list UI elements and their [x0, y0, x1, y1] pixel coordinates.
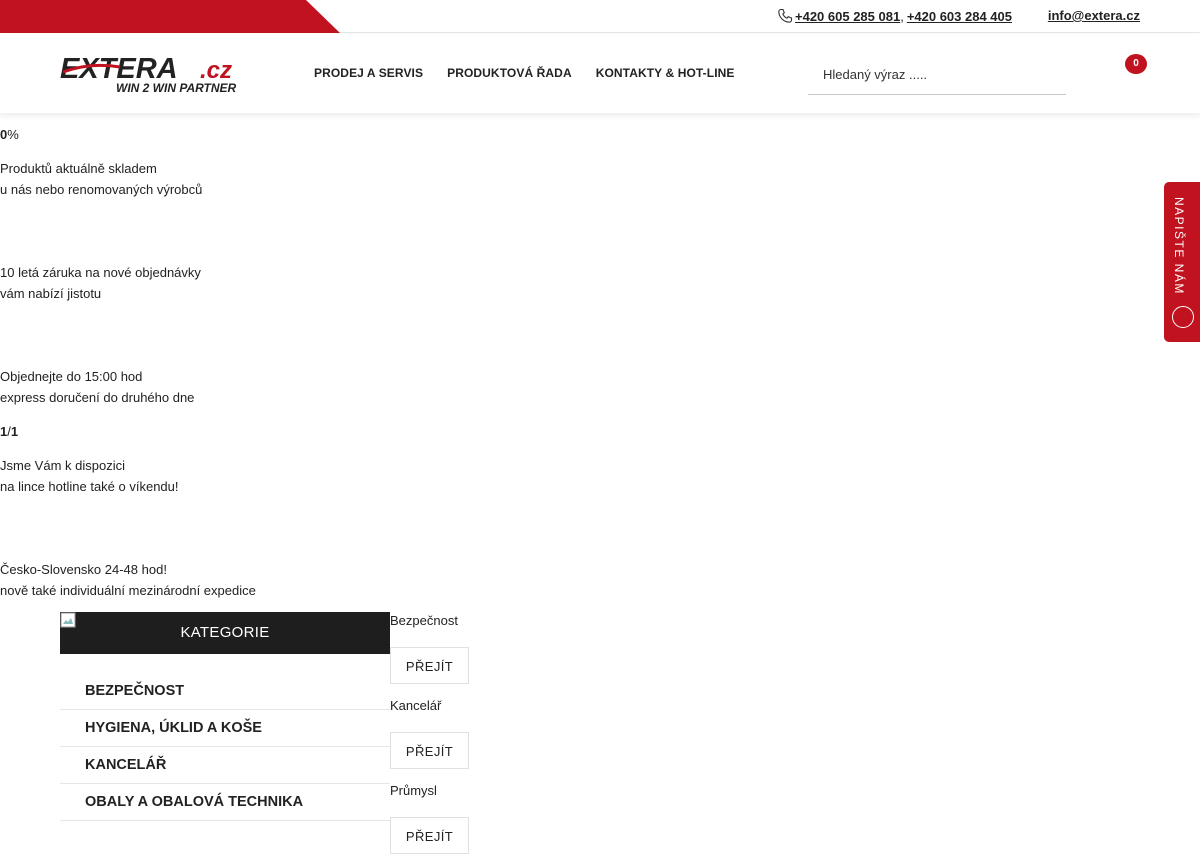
info-line: vám nabízí jistotu — [0, 286, 102, 301]
category-item-kancelar[interactable]: KANCELÁŘ — [60, 747, 390, 784]
go-button[interactable]: PŘEJÍT — [390, 647, 469, 684]
main-header: EXTERA .cz WIN 2 WIN PARTNER PRODEJ A SE… — [0, 34, 1200, 113]
info-line: u nás nebo renomovaných výrobců — [0, 182, 203, 197]
nav-prodej-a-servis[interactable]: PRODEJ A SERVIS — [314, 66, 423, 80]
logo-tagline: WIN 2 WIN PARTNER — [116, 81, 237, 94]
nav-produktova-rada[interactable]: PRODUKTOVÁ ŘADA — [447, 66, 572, 80]
info-line: Česko-Slovensko 24-48 hod! — [0, 562, 167, 577]
broken-image-icon — [60, 612, 76, 628]
stat-stock-unit: % — [7, 127, 19, 142]
extera-logo[interactable]: EXTERA .cz WIN 2 WIN PARTNER — [60, 52, 242, 94]
go-button[interactable]: PŘEJÍT — [390, 817, 469, 854]
info-line: Produktů aktuálně skladem — [0, 161, 157, 176]
write-us-tab[interactable]: NAPIŠTE NÁM — [1164, 182, 1200, 342]
info-line: express doručení do druhého dne — [0, 390, 195, 405]
category-block: Kancelář PŘEJÍT — [390, 698, 469, 783]
top-bar: +420 605 285 081 , +420 603 284 405 info… — [0, 0, 1200, 33]
email-link[interactable]: info@extera.cz — [1048, 8, 1140, 23]
phone-icon — [778, 8, 793, 23]
logo-tld: .cz — [200, 57, 232, 84]
top-bar-accent — [0, 0, 340, 33]
category-item-bezpecnost[interactable]: BEZPEČNOST — [60, 673, 390, 710]
stat-stock: 0% — [0, 124, 256, 145]
category-block: Průmysl PŘEJÍT — [390, 783, 469, 868]
category-blocks: Bezpečnost PŘEJÍT Kancelář PŘEJÍT Průmys… — [390, 613, 469, 868]
nav-kontakty-hotline[interactable]: KONTAKTY & HOT-LINE — [596, 66, 735, 80]
categories-header: KATEGORIE — [60, 612, 390, 654]
main-nav: PRODEJ A SERVIS PRODUKTOVÁ ŘADA KONTAKTY… — [314, 66, 735, 80]
categories-title: KATEGORIE — [180, 624, 270, 641]
category-item-obaly[interactable]: OBALY A OBALOVÁ TECHNIKA — [60, 784, 390, 821]
go-button[interactable]: PŘEJÍT — [390, 732, 469, 769]
info-line: 10 letá záruka na nové objednávky — [0, 265, 201, 280]
info-block: 0% Produktů aktuálně skladem u nás nebo … — [0, 124, 256, 601]
info-line: na lince hotline také o víkendu! — [0, 479, 179, 494]
phone-link-1[interactable]: +420 605 285 081 — [795, 9, 900, 24]
category-block: Bezpečnost PŘEJÍT — [390, 613, 469, 698]
write-us-label: NAPIŠTE NÁM — [1172, 197, 1186, 295]
search-input[interactable] — [808, 54, 1066, 95]
category-item-hygiena[interactable]: HYGIENA, ÚKLID A KOŠE — [60, 710, 390, 747]
chat-icon — [1172, 306, 1194, 328]
phone-link-2[interactable]: +420 603 284 405 — [907, 9, 1012, 24]
categories-list: BEZPEČNOST HYGIENA, ÚKLID A KOŠE KANCELÁ… — [60, 673, 390, 821]
category-block-name: Bezpečnost — [390, 613, 458, 628]
cart-count-badge: 0 — [1125, 54, 1147, 74]
phone-contacts: +420 605 285 081 , +420 603 284 405 — [777, 8, 1012, 24]
info-line: Objednejte do 15:00 hod — [0, 369, 143, 384]
category-block-name: Průmysl — [390, 783, 437, 798]
stat-hotline-b: 1 — [10, 424, 19, 439]
info-line: nově také individuální mezinárodní exped… — [0, 583, 256, 598]
stat-hotline: 1/1 — [0, 421, 256, 442]
info-line: Jsme Vám k dispozici — [0, 458, 125, 473]
phone-separator: , — [900, 8, 904, 24]
category-block-name: Kancelář — [390, 698, 442, 713]
